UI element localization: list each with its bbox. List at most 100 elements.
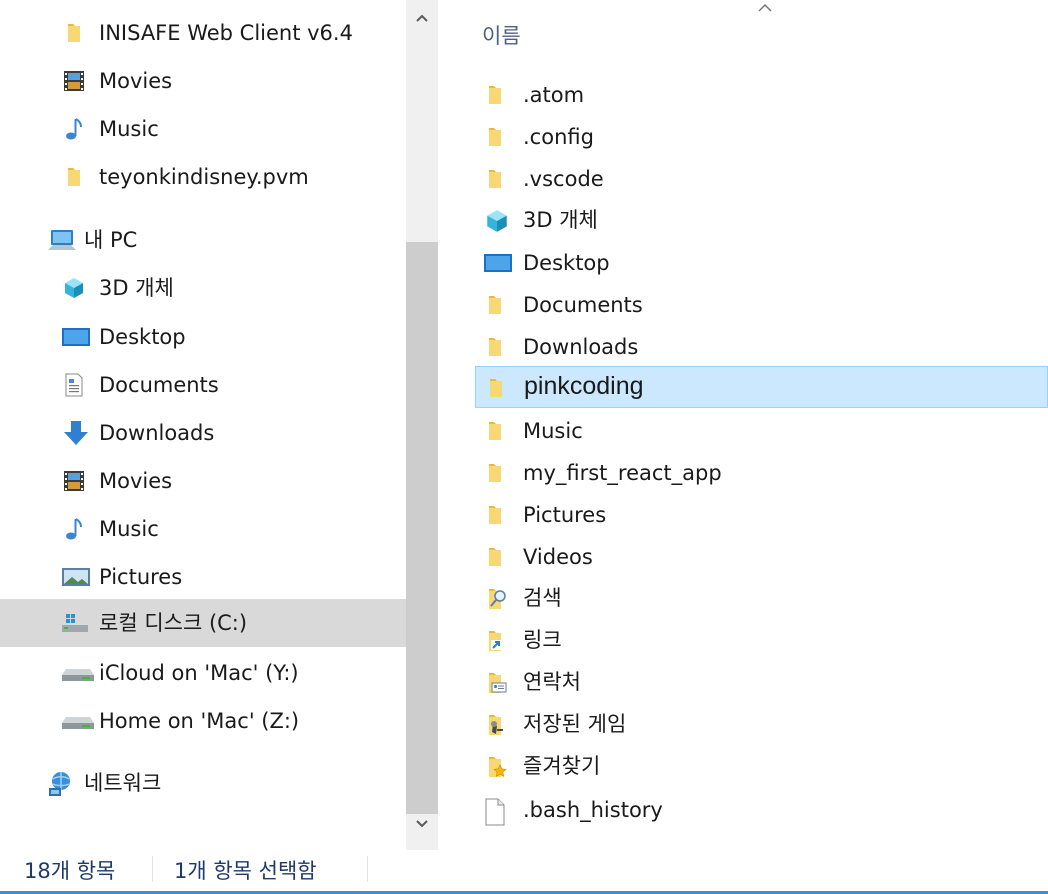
nav-item-label: INISAFE Web Client v6.4 [99,21,353,45]
search-folder-icon [483,586,507,610]
folder-icon [483,125,507,149]
list-item-label: Documents [523,293,643,317]
list-item[interactable]: my_first_react_app [475,452,1048,494]
nav-item-home-drive[interactable]: Home on 'Mac' (Z:) [0,697,406,745]
nav-item-label: Documents [99,373,219,397]
folder-icon [62,21,86,45]
music-icon [62,517,86,541]
nav-item-label: Pictures [99,565,183,589]
file-icon [483,798,507,826]
nav-item-movies[interactable]: Movies [0,57,406,105]
list-item-label: .bash_history [523,798,663,822]
list-item-label: 저장된 게임 [523,712,627,736]
list-item[interactable]: .bash_history [475,789,1048,831]
list-item[interactable]: .atom [475,74,1048,116]
list-item[interactable]: 즐겨찾기 [475,745,1048,787]
3d-objects-icon [483,208,507,232]
folder-icon [483,83,507,107]
list-item[interactable]: Downloads [475,326,1048,368]
list-item-selected[interactable]: pinkcoding [475,366,1048,408]
list-item-label: .config [523,125,594,149]
nav-item-local-disk-c[interactable]: 로컬 디스크 (C:) [0,599,406,647]
list-item-label: 검색 [523,586,562,610]
movies-icon [62,69,86,93]
downloads-icon [62,421,88,445]
sort-ascending-icon [755,0,775,14]
nav-item-label: Downloads [99,421,215,445]
nav-item-music-2[interactable]: Music [0,505,406,553]
list-item[interactable]: 연락처 [475,661,1048,703]
nav-item-label: Music [99,117,159,141]
nav-item-music[interactable]: Music [0,105,406,153]
status-separator [152,856,153,882]
movies-icon [62,469,86,493]
list-item-label: Desktop [523,251,610,275]
nav-item-documents[interactable]: Documents [0,361,406,409]
status-bar: 18개 항목 1개 항목 선택함 [0,850,1048,894]
nav-item-network[interactable]: 네트워크 [0,759,406,807]
folder-icon [62,165,86,189]
list-item[interactable]: 링크 [475,619,1048,661]
nav-item-label: Desktop [99,325,186,349]
pictures-icon [62,565,90,589]
nav-item-desktop[interactable]: Desktop [0,313,406,361]
nav-item-this-pc[interactable]: 내 PC [0,216,406,264]
status-separator [367,856,368,882]
nav-item-downloads[interactable]: Downloads [0,409,406,457]
contacts-folder-icon [483,670,507,694]
nav-item-3d-objects[interactable]: 3D 개체 [0,264,406,312]
nav-item-label: Movies [99,469,173,493]
nav-item-label: 로컬 디스크 (C:) [99,611,248,635]
folder-icon [483,503,507,527]
saved-games-icon [483,712,507,736]
links-folder-icon [483,628,507,652]
nav-item-inisafe[interactable]: INISAFE Web Client v6.4 [0,9,406,57]
nav-item-label: teyonkindisney.pvm [99,165,309,189]
desktop-icon [62,325,90,349]
list-item[interactable]: Desktop [475,242,1048,284]
list-item[interactable]: Documents [475,284,1048,326]
scroll-down-button[interactable] [406,812,438,848]
network-icon [47,771,71,796]
nav-item-label: Home on 'Mac' (Z:) [99,709,300,733]
documents-icon [62,373,86,397]
list-item[interactable]: 검색 [475,577,1048,619]
list-item[interactable]: .vscode [475,158,1048,200]
selected-count-text: 1개 항목 선택함 [174,859,317,883]
nav-item-label: Music [99,517,159,541]
nav-item-label: iCloud on 'Mac' (Y:) [99,661,299,685]
network-drive-icon [62,709,94,733]
nav-item-icloud-drive[interactable]: iCloud on 'Mac' (Y:) [0,649,406,697]
list-item[interactable]: 3D 개체 [475,199,1048,241]
list-item[interactable]: 저장된 게임 [475,703,1048,745]
column-header-name[interactable]: 이름 [482,20,521,50]
3d-objects-icon [62,276,86,300]
list-item-label: Pictures [523,503,607,527]
folder-icon [483,545,507,569]
list-item-label: 3D 개체 [523,208,598,232]
chevron-up-icon [416,14,428,22]
nav-item-pictures[interactable]: Pictures [0,553,406,601]
music-icon [62,117,86,141]
computer-icon [47,228,76,252]
folder-icon [483,167,507,191]
nav-item-movies-2[interactable]: Movies [0,457,406,505]
nav-item-label: 3D 개체 [99,276,174,300]
list-item[interactable]: Music [475,410,1048,452]
list-item-label: .atom [523,83,585,107]
list-item-label: Music [523,419,583,443]
favorites-icon [483,754,507,778]
list-item[interactable]: Pictures [475,494,1048,536]
scroll-up-button[interactable] [406,6,438,42]
nav-item-label: 내 PC [84,228,138,252]
chevron-down-icon [416,820,428,828]
list-item-label: Videos [523,545,593,569]
list-item[interactable]: .config [475,116,1048,158]
list-item-label: pinkcoding [524,372,644,400]
nav-scrollbar-thumb[interactable] [406,242,438,814]
folder-icon [483,293,507,317]
folder-icon [483,419,507,443]
list-item-label: .vscode [523,167,604,191]
nav-item-teyonkindisney[interactable]: teyonkindisney.pvm [0,153,406,201]
list-item[interactable]: Videos [475,536,1048,578]
